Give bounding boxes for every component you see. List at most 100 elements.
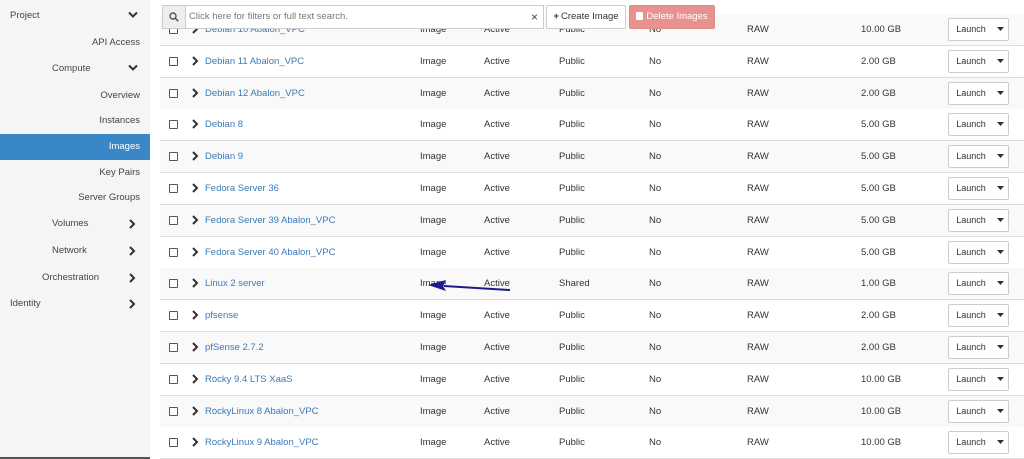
launch-dropdown-toggle[interactable] xyxy=(993,113,1009,137)
launch-button[interactable]: Launch xyxy=(948,431,994,455)
search-icon[interactable] xyxy=(163,6,186,28)
launch-button[interactable]: Launch xyxy=(948,304,994,328)
launch-dropdown-toggle[interactable] xyxy=(993,431,1009,455)
image-name-link[interactable]: RockyLinux 8 Abalon_VPC xyxy=(205,396,319,427)
expand-chevron-icon[interactable] xyxy=(191,437,199,448)
launch-dropdown-toggle[interactable] xyxy=(993,336,1009,359)
row-checkbox[interactable] xyxy=(169,184,178,193)
expand-chevron-icon[interactable] xyxy=(191,342,199,352)
launch-button[interactable]: Launch xyxy=(948,177,994,200)
chevron-right-icon xyxy=(128,265,140,291)
image-name-link[interactable]: pfsense xyxy=(205,300,238,331)
image-protected: No xyxy=(649,87,662,99)
launch-dropdown-toggle[interactable] xyxy=(993,304,1009,328)
delete-images-button[interactable]: Delete Images xyxy=(629,5,715,29)
image-name-link[interactable]: Rocky 9.4 LTS XaaS xyxy=(205,364,292,395)
launch-button[interactable]: Launch xyxy=(948,367,994,391)
row-checkbox[interactable] xyxy=(169,406,178,416)
expand-chevron-icon[interactable] xyxy=(191,183,199,193)
launch-dropdown-toggle[interactable] xyxy=(993,208,1009,232)
sidebar-item-instances[interactable]: Instances xyxy=(0,108,150,134)
image-visibility: Public xyxy=(559,55,585,67)
launch-dropdown-toggle[interactable] xyxy=(993,272,1009,296)
clear-icon[interactable]: × xyxy=(531,6,538,28)
sidebar-item-network[interactable]: Network xyxy=(0,238,150,264)
expand-chevron-icon[interactable] xyxy=(191,310,199,320)
launch-dropdown-toggle[interactable] xyxy=(993,367,1009,391)
row-checkbox[interactable] xyxy=(169,279,178,289)
sidebar-item-key-pairs[interactable]: Key Pairs xyxy=(0,160,150,186)
image-name-link[interactable]: pfSense 2.7.2 xyxy=(205,332,264,363)
image-name-link[interactable]: Fedora Server 39 Abalon_VPC xyxy=(205,205,335,236)
launch-button[interactable]: Launch xyxy=(948,399,994,423)
image-protected: No xyxy=(649,55,662,67)
launch-button[interactable]: Launch xyxy=(948,336,994,359)
image-format: RAW xyxy=(747,278,769,290)
launch-dropdown-toggle[interactable] xyxy=(993,240,1009,264)
row-checkbox[interactable] xyxy=(169,120,178,130)
launch-dropdown-toggle[interactable] xyxy=(993,399,1009,423)
launch-button[interactable]: Launch xyxy=(948,240,994,264)
sidebar-item-identity[interactable]: Identity xyxy=(0,291,150,317)
expand-chevron-icon[interactable] xyxy=(191,119,199,130)
image-visibility: Public xyxy=(559,151,585,163)
row-checkbox[interactable] xyxy=(169,247,178,257)
image-name-link[interactable]: Fedora Server 36 xyxy=(205,173,279,204)
expand-chevron-icon[interactable] xyxy=(191,374,199,384)
expand-chevron-icon[interactable] xyxy=(191,278,199,289)
row-checkbox[interactable] xyxy=(169,343,178,352)
image-size: 2.00 GB xyxy=(861,342,896,353)
image-status: Active xyxy=(484,119,510,131)
row-checkbox[interactable] xyxy=(169,311,178,321)
row-checkbox[interactable] xyxy=(169,215,178,225)
launch-dropdown-toggle[interactable] xyxy=(993,81,1009,105)
image-name-link[interactable]: Debian 11 Abalon_VPC xyxy=(205,46,304,77)
row-checkbox[interactable] xyxy=(169,438,178,448)
image-visibility: Public xyxy=(559,246,585,258)
launch-button[interactable]: Launch xyxy=(948,49,994,73)
launch-dropdown-toggle[interactable] xyxy=(993,177,1009,200)
image-type: Image xyxy=(420,437,447,449)
image-name-link[interactable]: Debian 12 Abalon_VPC xyxy=(205,78,305,109)
image-visibility: Public xyxy=(559,310,585,322)
image-name-link[interactable]: RockyLinux 9 Abalon_VPC xyxy=(205,427,319,458)
row-checkbox[interactable] xyxy=(169,152,178,162)
launch-button[interactable]: Launch xyxy=(948,81,994,105)
sidebar-item-images[interactable]: Images xyxy=(0,134,150,160)
sidebar-item-compute[interactable]: Compute xyxy=(0,56,150,82)
sidebar-item-orchestration[interactable]: Orchestration xyxy=(0,265,150,291)
image-format: RAW xyxy=(747,310,769,322)
launch-button[interactable]: Launch xyxy=(948,272,994,296)
image-type: Image xyxy=(420,214,447,226)
launch-dropdown-toggle[interactable] xyxy=(993,49,1009,73)
sidebar-item-volumes[interactable]: Volumes xyxy=(0,211,150,237)
search-input[interactable] xyxy=(189,6,519,28)
expand-chevron-icon[interactable] xyxy=(191,215,199,225)
launch-dropdown-toggle[interactable] xyxy=(993,145,1009,169)
row-checkbox[interactable] xyxy=(169,88,178,98)
launch-button[interactable]: Launch xyxy=(948,113,994,137)
sidebar-item-api-access[interactable]: API Access xyxy=(0,30,150,56)
row-checkbox[interactable] xyxy=(169,374,178,384)
expand-chevron-icon[interactable] xyxy=(191,246,199,257)
table-toolbar: × +Create Image Delete Images xyxy=(160,4,1024,29)
expand-chevron-icon[interactable] xyxy=(191,405,199,416)
launch-button[interactable]: Launch xyxy=(948,145,994,169)
expand-chevron-icon[interactable] xyxy=(191,56,199,66)
image-name-link[interactable]: Fedora Server 40 Abalon_VPC xyxy=(205,237,335,268)
create-image-button[interactable]: + Create Image xyxy=(546,5,626,29)
image-protected: No xyxy=(649,437,662,449)
image-name-link[interactable]: Linux 2 server xyxy=(205,268,265,299)
launch-button[interactable]: Launch xyxy=(948,208,994,232)
sidebar-item-overview[interactable]: Overview xyxy=(0,83,150,109)
expand-chevron-icon[interactable] xyxy=(191,87,199,98)
caret-down-icon xyxy=(997,440,1004,445)
image-protected: No xyxy=(649,246,662,258)
sidebar-item-server-groups[interactable]: Server Groups xyxy=(0,185,150,211)
image-name-link[interactable]: Debian 8 xyxy=(205,109,243,140)
image-format: RAW xyxy=(747,437,769,449)
row-checkbox[interactable] xyxy=(169,56,178,66)
image-name-link[interactable]: Debian 9 xyxy=(205,141,243,172)
sidebar-item-project[interactable]: Project xyxy=(0,3,150,29)
expand-chevron-icon[interactable] xyxy=(191,151,199,161)
